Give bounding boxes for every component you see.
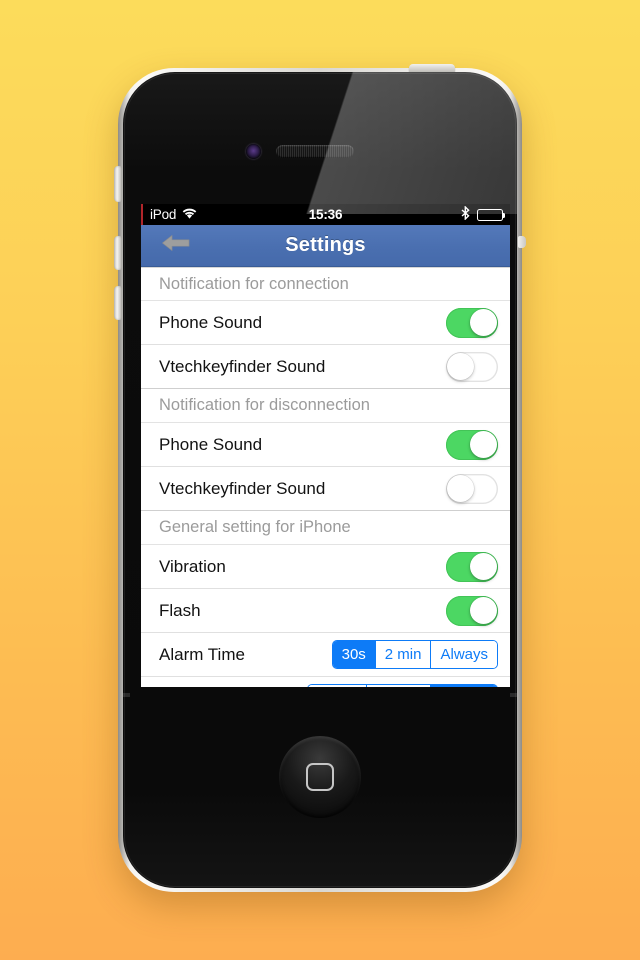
bluetooth-icon [461,205,470,223]
device-screen: iPod 15:36 Settings Notification for con… [141,204,510,687]
antenna-notch-left [123,693,130,697]
toggle-knob [447,474,475,502]
row-alarm-time[interactable]: Alarm Time 30s 2 min Always [141,633,510,677]
earpiece-speaker-icon [276,145,354,158]
navigation-bar: Settings [141,225,510,267]
toggle-knob [469,596,497,624]
row-reconnect-setting[interactable]: Reconnect Setting Never 10 min Always [141,677,510,687]
home-button[interactable] [279,736,361,818]
volume-down-button[interactable] [114,286,122,320]
silent-switch[interactable] [114,166,122,202]
segment-alarm-time-30s[interactable]: 30s [332,641,376,668]
device-body: iPod 15:36 Settings Notification for con… [123,72,517,888]
section-header-notification-connection: Notification for connection [141,267,510,301]
page-title: Settings [285,234,366,256]
toggle-flash[interactable] [446,595,498,626]
phone-device: iPod 15:36 Settings Notification for con… [114,64,526,892]
status-bar-clock: 15:36 [308,207,343,222]
row-vtechkeyfinder-sound-connection[interactable]: Vtechkeyfinder Sound [141,345,510,389]
row-label: Alarm Time [159,644,245,664]
segment-reconnect-always[interactable]: Always [431,685,497,687]
segmented-control-alarm-time[interactable]: 30s 2 min Always [331,640,498,669]
section-header-notification-disconnection: Notification for disconnection [141,389,510,423]
row-label: Vtechkeyfinder Sound [159,356,326,376]
sim-tray [518,236,526,248]
row-label: Phone Sound [159,312,263,332]
settings-list: Notification for connection Phone Sound … [141,267,510,687]
row-flash[interactable]: Flash [141,589,510,633]
toggle-knob [447,352,475,380]
status-bar: iPod 15:36 [141,204,510,225]
toggle-phone-sound-disconnection[interactable] [446,429,498,460]
toggle-phone-sound-connection[interactable] [446,307,498,338]
row-vibration[interactable]: Vibration [141,545,510,589]
toggle-knob [469,552,497,580]
segment-reconnect-10min[interactable]: 10 min [367,685,432,687]
segmented-control-reconnect-setting[interactable]: Never 10 min Always [307,684,498,687]
segment-alarm-time-always[interactable]: Always [431,641,497,668]
row-phone-sound-disconnection[interactable]: Phone Sound [141,423,510,467]
row-vtechkeyfinder-sound-disconnection[interactable]: Vtechkeyfinder Sound [141,467,510,511]
row-label: Vtechkeyfinder Sound [159,478,326,498]
row-label: Flash [159,600,201,620]
row-phone-sound-connection[interactable]: Phone Sound [141,301,510,345]
battery-full-icon [477,208,506,221]
row-label: Vibration [159,556,226,576]
segment-alarm-time-2min[interactable]: 2 min [375,641,432,668]
segment-reconnect-never[interactable]: Never [308,685,368,687]
volume-up-button[interactable] [114,236,122,270]
home-square-icon [306,763,334,791]
toggle-vibration[interactable] [446,551,498,582]
antenna-notch-right [510,693,517,697]
toggle-knob [469,308,497,336]
toggle-knob [469,430,497,458]
status-bar-right [461,205,506,223]
section-header-general-setting: General setting for iPhone [141,511,510,545]
front-camera-icon [246,144,261,159]
toggle-vtechkeyfinder-sound-connection[interactable] [446,351,498,382]
toggle-vtechkeyfinder-sound-disconnection[interactable] [446,473,498,504]
row-label: Phone Sound [159,434,263,454]
screen-glass-reflection [123,72,517,214]
